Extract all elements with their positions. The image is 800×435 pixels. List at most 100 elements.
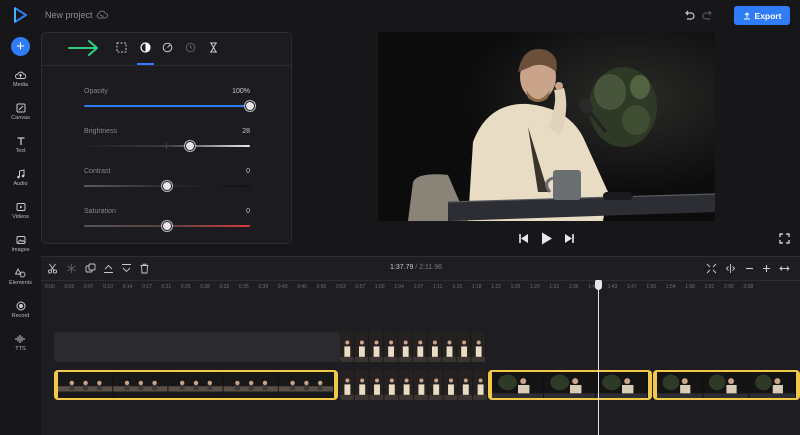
sidebar-item-elements[interactable]: Elements (0, 268, 41, 300)
total-time: 2:11.96 (419, 264, 443, 271)
sidebar-item-canvas[interactable]: Canvas (0, 103, 41, 135)
opacity-thumb[interactable] (245, 101, 255, 111)
move-down-icon[interactable] (121, 263, 132, 274)
playhead-line (598, 281, 599, 435)
overlay-video-clip[interactable] (340, 332, 486, 362)
ruler-tick-label: 1:11 (433, 284, 443, 290)
ruler-tick-label: 1:43 (607, 284, 618, 290)
crop-icon[interactable] (116, 42, 127, 53)
sidebar-label-tts: TTS (15, 346, 26, 352)
contrast-label: Contrast (84, 168, 111, 175)
brightness-value: 28 (242, 128, 250, 135)
ruler-tick-label: 0:25 (180, 284, 191, 290)
saturation-value: 0 (246, 208, 250, 215)
sidebar-label-elements: Elements (9, 280, 32, 286)
fit-icon[interactable] (706, 263, 717, 274)
sidebar-item-media[interactable]: Media (0, 70, 41, 102)
ruler-tick-label: 1:50 (646, 284, 657, 290)
brightness-slider[interactable]: Brightness 28 (84, 128, 250, 158)
project-title[interactable]: New project (45, 10, 93, 20)
contrast-slider[interactable]: Contrast 0 (84, 168, 250, 198)
adjustments-panel: Opacity 100% Brightness 28 Contrast 0 Sa… (41, 32, 292, 244)
sidebar-label-canvas: Canvas (11, 115, 30, 121)
sidebar-item-text[interactable]: Text (0, 136, 41, 168)
ruler-tick-label: 0:00 (45, 284, 55, 290)
freeze-icon[interactable] (66, 263, 77, 274)
contrast-value: 0 (246, 168, 250, 175)
split-view-icon[interactable] (725, 263, 736, 274)
playback-controls (518, 232, 576, 246)
timeline: 1:37.79 / 2:11.96 0:00 0:03 0:07 0:10 0:14 0:… (41, 256, 800, 435)
empty-track-area[interactable] (54, 332, 340, 362)
zoom-out-icon[interactable] (744, 263, 755, 274)
time-ruler[interactable]: 0:00 0:03 0:07 0:10 0:14 0:17 0:21 0:25 0:28 0:32… (41, 280, 800, 296)
ruler-tick-label: 1:04 (394, 284, 404, 290)
video-preview[interactable] (378, 32, 715, 221)
contrast-thumb[interactable] (162, 181, 172, 191)
export-button[interactable]: Export (734, 6, 790, 25)
add-media-button[interactable]: + (11, 37, 30, 56)
opacity-track[interactable] (84, 105, 250, 107)
timecode: 1:37.79 / 2:11.96 (390, 264, 442, 271)
ruler-tick-label: 1:47 (627, 284, 637, 290)
fullscreen-icon[interactable] (779, 233, 790, 244)
ruler-tick-label: 0:57 (355, 284, 366, 290)
clock-icon[interactable] (185, 42, 196, 53)
waveform-icon (15, 335, 25, 343)
ruler-tick-label: 0:43 (277, 284, 288, 290)
ruler-tick-label: 0:14 (122, 284, 133, 290)
sidebar-item-images[interactable]: Images (0, 235, 41, 267)
selected-clip-3[interactable] (488, 370, 652, 400)
play-icon[interactable] (541, 232, 553, 245)
opacity-label: Opacity (84, 88, 108, 95)
ruler-tick-label: 0:46 (297, 284, 307, 290)
text-icon (17, 137, 24, 145)
skip-back-icon[interactable] (518, 233, 529, 244)
export-label: Export (754, 10, 782, 21)
undo-icon[interactable] (683, 9, 695, 21)
sidebar-item-tts[interactable]: TTS (0, 334, 41, 366)
redo-icon[interactable] (702, 9, 714, 21)
ruler-tick-label: 1:22 (491, 284, 501, 290)
image-icon (16, 236, 25, 244)
saturation-thumb[interactable] (162, 221, 172, 231)
ruler-tick-label: 0:07 (83, 284, 94, 290)
saturation-slider[interactable]: Saturation 0 (84, 208, 250, 238)
speed-icon[interactable] (162, 42, 173, 53)
sidebar-item-videos[interactable]: Videos (0, 202, 41, 234)
zoom-in-icon[interactable] (761, 263, 772, 274)
sidebar-label-images: Images (11, 247, 30, 253)
ruler-tick-label: 1:36 (568, 284, 579, 290)
ruler-tick-label: 0:32 (219, 284, 230, 290)
logo-icon[interactable] (12, 7, 28, 23)
ruler-tick-label: 1:58 (685, 284, 695, 290)
selected-clip-1[interactable] (54, 370, 338, 400)
current-time: 1:37.79 (390, 264, 414, 271)
adjust-contrast-icon[interactable] (140, 42, 151, 53)
ruler-tick-label: 2:01 (704, 284, 715, 290)
brightness-track[interactable] (84, 145, 250, 147)
saturation-label: Saturation (84, 208, 116, 215)
sidebar-label-media: Media (13, 82, 28, 88)
selected-clip-4[interactable] (653, 370, 800, 400)
sidebar-item-record[interactable]: Record (0, 301, 41, 333)
video-clip-2[interactable] (340, 370, 488, 400)
ruler-tick-label: 2:05 (724, 284, 734, 290)
upload-icon (743, 11, 750, 19)
brightness-thumb[interactable] (185, 141, 196, 151)
expand-icon[interactable] (779, 263, 790, 274)
top-bar: New project Export (0, 0, 800, 30)
trash-icon[interactable] (139, 263, 150, 274)
opacity-value: 100% (232, 88, 250, 95)
duplicate-icon[interactable] (85, 263, 96, 274)
skip-forward-icon[interactable] (564, 233, 575, 244)
move-up-icon[interactable] (103, 263, 114, 274)
sidebar-item-audio[interactable]: Audio (0, 169, 41, 201)
sidebar-label-text: Text (15, 148, 26, 154)
opacity-slider[interactable]: Opacity 100% (84, 88, 255, 118)
scissors-icon[interactable] (47, 263, 58, 274)
hourglass-icon[interactable] (208, 42, 219, 53)
playhead-handle[interactable] (595, 280, 602, 290)
ruler-tick-label: 0:28 (200, 284, 210, 290)
plant-image (589, 67, 657, 147)
